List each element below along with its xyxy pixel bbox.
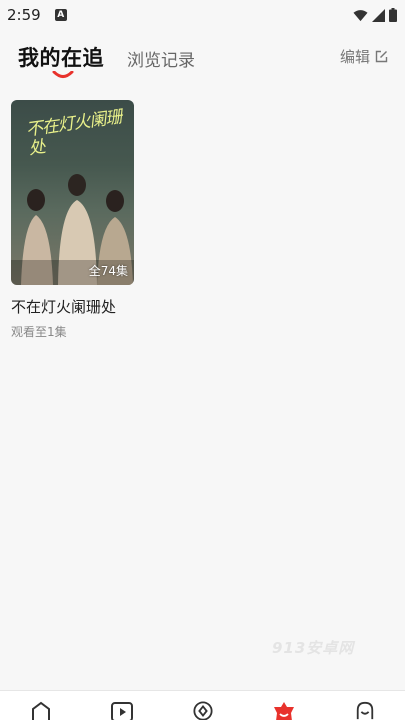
status-bar: 2:59 A bbox=[0, 0, 405, 30]
header: 我的在追 浏览记录 编辑 bbox=[0, 34, 405, 84]
nav-theater[interactable] bbox=[102, 701, 142, 720]
edit-icon bbox=[375, 50, 388, 63]
drama-poster[interactable]: 不在灯火阑珊处 全74集 bbox=[11, 100, 134, 285]
tab-following[interactable]: 我的在追 bbox=[18, 42, 104, 72]
edit-button[interactable]: 编辑 bbox=[340, 46, 388, 67]
watermark: 913安卓网 bbox=[272, 639, 355, 657]
discover-icon bbox=[192, 701, 213, 720]
status-time: 2:59 bbox=[7, 6, 41, 24]
nav-profile[interactable] bbox=[345, 701, 385, 720]
edit-label: 编辑 bbox=[339, 48, 370, 66]
following-icon bbox=[273, 702, 294, 720]
nav-home[interactable] bbox=[21, 701, 61, 720]
nav-discover[interactable] bbox=[183, 701, 223, 720]
cellular-signal-icon bbox=[372, 8, 385, 22]
nav-following[interactable] bbox=[264, 701, 304, 720]
play-icon bbox=[110, 702, 133, 720]
episode-count-badge: 全74集 bbox=[88, 264, 128, 278]
drama-card[interactable]: 不在灯火阑珊处 全74集 不在灯火阑珊处 观看至1集 bbox=[11, 100, 134, 340]
profile-icon bbox=[356, 701, 373, 720]
poster-title-text: 不在灯火阑珊处 bbox=[24, 107, 123, 159]
notification-app-icon: A bbox=[54, 9, 67, 21]
drama-title[interactable]: 不在灯火阑珊处 bbox=[11, 296, 134, 317]
watch-progress: 观看至1集 bbox=[11, 325, 67, 339]
bottom-nav bbox=[0, 690, 405, 720]
active-tab-indicator bbox=[52, 71, 74, 78]
tab-history[interactable]: 浏览记录 bbox=[127, 46, 195, 71]
page: 2:59 A 我的在追 浏览记录 编辑 不在灯火阑珊处 全74集 不在灯火阑珊处… bbox=[0, 0, 405, 720]
wifi-icon bbox=[353, 9, 368, 21]
status-indicators bbox=[353, 8, 397, 22]
battery-icon bbox=[389, 8, 397, 22]
home-icon bbox=[31, 701, 50, 720]
